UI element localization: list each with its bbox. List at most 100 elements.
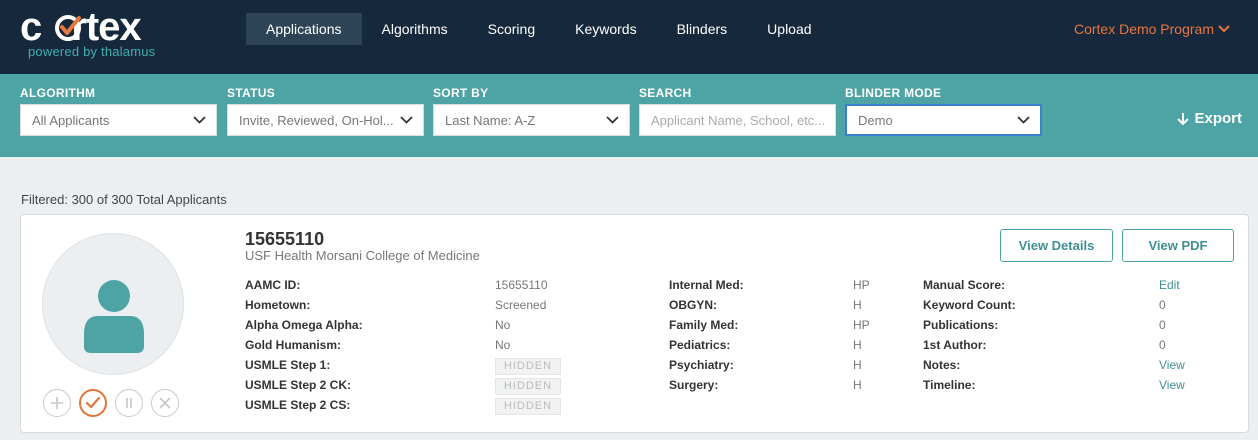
program-selector[interactable]: Cortex Demo Program bbox=[1074, 20, 1230, 38]
filter-bar: ALGORITHM All Applicants STATUS Invite, … bbox=[0, 74, 1258, 157]
search-label: SEARCH bbox=[639, 86, 692, 100]
chevron-down-icon bbox=[400, 116, 413, 124]
applicant-id: 15655110 bbox=[245, 229, 325, 249]
info-row: Gold Humanism: No bbox=[245, 338, 565, 358]
nav-algorithms[interactable]: Algorithms bbox=[362, 13, 468, 45]
info-row: Psychiatry: H bbox=[669, 358, 889, 378]
info-label: USMLE Step 1: bbox=[245, 358, 331, 372]
info-label: USMLE Step 2 CK: bbox=[245, 378, 352, 392]
info-row: OBGYN: H bbox=[669, 298, 889, 318]
view-notes-link[interactable]: View bbox=[1159, 358, 1185, 372]
info-label: Manual Score: bbox=[923, 278, 1006, 292]
sort-label: SORT BY bbox=[433, 86, 489, 100]
edit-score-link[interactable]: Edit bbox=[1159, 278, 1180, 292]
chevron-down-icon bbox=[1017, 116, 1030, 124]
add-button[interactable] bbox=[43, 389, 71, 417]
algorithm-select[interactable]: All Applicants bbox=[20, 104, 217, 136]
invite-button[interactable] bbox=[79, 389, 107, 417]
info-value: H bbox=[853, 298, 862, 312]
info-label: Notes: bbox=[923, 358, 961, 372]
hidden-badge: HIDDEN bbox=[495, 398, 561, 415]
info-label: OBGYN: bbox=[669, 298, 717, 312]
info-value: H bbox=[853, 358, 862, 372]
applicant-school: USF Health Morsani College of Medicine bbox=[245, 248, 480, 263]
info-row: USMLE Step 2 CS: HIDDEN bbox=[245, 398, 565, 418]
info-row: Hometown: Screened bbox=[245, 298, 565, 318]
info-value: No bbox=[495, 318, 511, 332]
chevron-down-icon bbox=[606, 116, 619, 124]
logo-check-icon bbox=[55, 15, 81, 41]
info-row: Internal Med: HP bbox=[669, 278, 889, 298]
hold-button[interactable] bbox=[115, 389, 143, 417]
info-value: 0 bbox=[1159, 318, 1166, 332]
avatar bbox=[42, 233, 184, 375]
reject-button[interactable] bbox=[151, 389, 179, 417]
search-input[interactable] bbox=[639, 104, 836, 136]
info-row: Surgery: H bbox=[669, 378, 889, 398]
status-select[interactable]: Invite, Reviewed, On-Hol... bbox=[227, 104, 424, 136]
info-label: Psychiatry: bbox=[669, 358, 734, 372]
logo-tagline: powered by thalamus bbox=[28, 44, 156, 59]
arrow-down-icon bbox=[1177, 112, 1190, 125]
info-row: Publications: 0 bbox=[923, 318, 1223, 338]
sort-select[interactable]: Last Name: A-Z bbox=[433, 104, 630, 136]
info-value: 15655110 bbox=[495, 278, 548, 292]
info-row: USMLE Step 1: HIDDEN bbox=[245, 358, 565, 378]
algorithm-filter: ALGORITHM All Applicants bbox=[20, 86, 217, 136]
main-nav: Applications Algorithms Scoring Keywords… bbox=[246, 13, 832, 45]
blinder-mode-select[interactable]: Demo bbox=[845, 104, 1042, 136]
top-navigation-bar: c rtex powered by thalamus Applications A… bbox=[0, 0, 1258, 74]
info-row: Pediatrics: H bbox=[669, 338, 889, 358]
hidden-badge: HIDDEN bbox=[495, 378, 561, 395]
info-label: Pediatrics: bbox=[669, 338, 731, 352]
sort-value: Last Name: A-Z bbox=[445, 112, 536, 128]
blinder-mode-label: BLINDER MODE bbox=[845, 86, 942, 100]
info-label: Hometown: bbox=[245, 298, 311, 312]
algorithm-value: All Applicants bbox=[32, 112, 110, 128]
info-row: Keyword Count: 0 bbox=[923, 298, 1223, 318]
view-details-button[interactable]: View Details bbox=[1000, 229, 1113, 262]
clerkship-grades-column: Internal Med: HP OBGYN: H Family Med: HP Pe… bbox=[669, 278, 889, 398]
view-pdf-button[interactable]: View PDF bbox=[1122, 229, 1234, 262]
info-label: Alpha Omega Alpha: bbox=[245, 318, 363, 332]
blinder-mode-filter: BLINDER MODE Demo bbox=[845, 86, 1042, 136]
info-row: Family Med: HP bbox=[669, 318, 889, 338]
status-label: STATUS bbox=[227, 86, 276, 100]
check-icon bbox=[85, 396, 101, 409]
status-actions bbox=[43, 389, 179, 417]
info-row: USMLE Step 2 CK: HIDDEN bbox=[245, 378, 565, 398]
hidden-badge: HIDDEN bbox=[495, 358, 561, 375]
info-label: Publications: bbox=[923, 318, 999, 332]
export-button[interactable]: Export bbox=[1177, 110, 1242, 127]
info-row: Notes: View bbox=[923, 358, 1223, 378]
nav-keywords[interactable]: Keywords bbox=[555, 13, 656, 45]
pause-icon bbox=[126, 398, 132, 408]
view-timeline-link[interactable]: View bbox=[1159, 378, 1185, 392]
info-row: 1st Author: 0 bbox=[923, 338, 1223, 358]
info-value: HP bbox=[853, 278, 870, 292]
info-value: 0 bbox=[1159, 338, 1166, 352]
info-value: 0 bbox=[1159, 298, 1166, 312]
nav-scoring[interactable]: Scoring bbox=[468, 13, 555, 45]
applicant-card: 15655110 USF Health Morsani College of M… bbox=[20, 214, 1249, 433]
applicant-info-column: AAMC ID: 15655110 Hometown: Screened Alpha… bbox=[245, 278, 565, 418]
info-row: Alpha Omega Alpha: No bbox=[245, 318, 565, 338]
chevron-down-icon bbox=[1218, 25, 1230, 33]
info-row: Manual Score: Edit bbox=[923, 278, 1223, 298]
info-label: 1st Author: bbox=[923, 338, 987, 352]
info-row: Timeline: View bbox=[923, 378, 1223, 398]
info-label: USMLE Step 2 CS: bbox=[245, 398, 351, 412]
search-filter: SEARCH bbox=[639, 86, 836, 136]
nav-applications[interactable]: Applications bbox=[246, 13, 362, 45]
info-value: Screened bbox=[495, 298, 547, 312]
info-label: Timeline: bbox=[923, 378, 976, 392]
plus-icon bbox=[51, 397, 63, 409]
cortex-logo[interactable]: c rtex powered by thalamus bbox=[20, 6, 170, 64]
info-row: AAMC ID: 15655110 bbox=[245, 278, 565, 298]
info-value: No bbox=[495, 338, 511, 352]
nav-blinders[interactable]: Blinders bbox=[657, 13, 748, 45]
info-label: Keyword Count: bbox=[923, 298, 1016, 312]
algorithm-label: ALGORITHM bbox=[20, 86, 96, 100]
program-name: Cortex Demo Program bbox=[1073, 21, 1214, 37]
nav-upload[interactable]: Upload bbox=[747, 13, 831, 45]
